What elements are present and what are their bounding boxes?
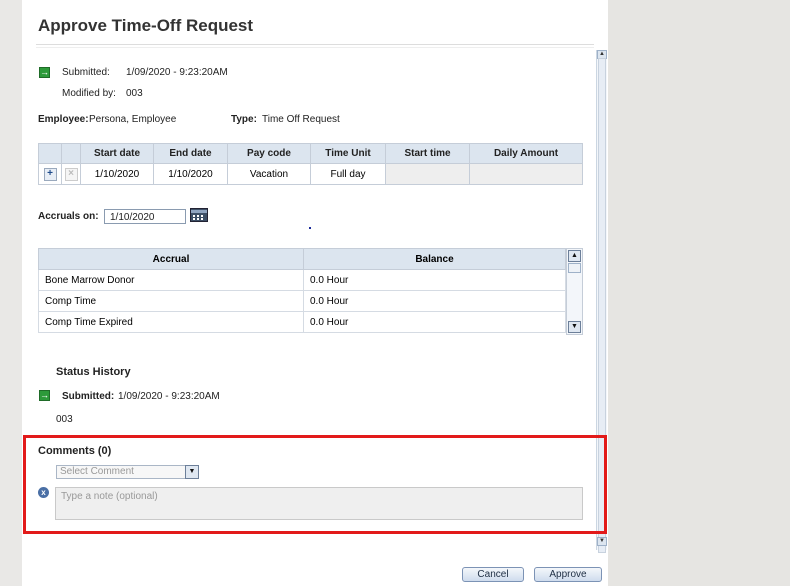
remove-row-cell: × (61, 163, 81, 185)
remove-icon[interactable]: × (64, 167, 78, 181)
modified-by-label: Modified by: (62, 88, 116, 99)
accrual-balance-cell: 0.0 Hour (303, 290, 566, 312)
history-submitted-value: 1/09/2020 - 9:23:20AM (118, 391, 220, 402)
employee-value: Persona, Employee (89, 114, 177, 125)
start-time-cell (385, 163, 470, 185)
accrual-balance-cell: 0.0 Hour (303, 269, 566, 291)
submitted-label: Submitted: (62, 67, 110, 78)
history-submitted-by: 003 (56, 414, 73, 425)
accrual-name-cell: Comp Time (38, 290, 304, 312)
accruals-scrollbar[interactable]: ▲ ▼ (566, 248, 583, 335)
history-submitted-label: Submitted: (62, 391, 115, 402)
title-divider (36, 44, 594, 45)
add-icon[interactable]: + (43, 167, 57, 181)
time-off-request-table: Start date End date Pay code Time Unit S… (38, 143, 583, 185)
end-date-cell[interactable]: 1/10/2020 (153, 163, 228, 185)
balance-header: Balance (303, 248, 566, 270)
calendar-icon[interactable] (190, 208, 208, 222)
start-date-cell[interactable]: 1/10/2020 (80, 163, 154, 185)
accruals-on-label: Accruals on: (38, 211, 99, 222)
accruals-table: Accrual Balance Bone Marrow Donor 0.0 Ho… (38, 248, 566, 333)
table-header-remove (61, 143, 81, 164)
table-header-time-unit: Time Unit (310, 143, 386, 164)
accruals-scroll-thumb[interactable] (568, 263, 581, 273)
table-header-start-time: Start time (385, 143, 470, 164)
accruals-scroll-up[interactable]: ▲ (568, 250, 581, 262)
type-label: Type: (231, 114, 257, 125)
table-header-pay-code: Pay code (227, 143, 311, 164)
table-row: Bone Marrow Donor 0.0 Hour (38, 269, 566, 291)
cancel-button[interactable]: Cancel (462, 567, 524, 582)
table-header-add (38, 143, 62, 164)
type-value: Time Off Request (262, 114, 340, 125)
table-header-end-date: End date (153, 143, 228, 164)
background-panel (608, 0, 790, 586)
accrual-name-cell: Comp Time Expired (38, 311, 304, 333)
submitted-value: 1/09/2020 - 9:23:20AM (126, 67, 228, 78)
stray-dot (309, 227, 311, 229)
table-row: + × 1/10/2020 1/10/2020 Vacation Full da… (38, 163, 583, 185)
calendar-icon-graphic (191, 210, 207, 220)
scroll-down-arrow[interactable]: ▼ (597, 537, 607, 546)
comments-highlight-box (23, 435, 607, 534)
accrual-balance-cell: 0.0 Hour (303, 311, 566, 333)
modified-by-value: 003 (126, 88, 143, 99)
accruals-date-input[interactable]: 1/10/2020 (104, 209, 186, 224)
table-header-daily-amount: Daily Amount (469, 143, 583, 164)
status-history-title: Status History (56, 366, 131, 378)
approve-button[interactable]: Approve (534, 567, 602, 582)
submitted-arrow-icon: → (39, 390, 50, 401)
submitted-arrow-icon: → (39, 67, 50, 78)
dialog-title: Approve Time-Off Request (38, 16, 254, 35)
daily-amount-cell (469, 163, 583, 185)
title-divider-secondary (36, 47, 594, 48)
employee-label: Employee: (38, 114, 89, 125)
table-row: Comp Time 0.0 Hour (38, 290, 566, 312)
accrual-name-cell: Bone Marrow Donor (38, 269, 304, 291)
table-header-start-date: Start date (80, 143, 154, 164)
table-row: Comp Time Expired 0.0 Hour (38, 311, 566, 333)
add-row-cell: + (38, 163, 62, 185)
accrual-header: Accrual (38, 248, 304, 270)
pay-code-cell[interactable]: Vacation (227, 163, 311, 185)
accruals-scroll-down[interactable]: ▼ (568, 321, 581, 333)
time-unit-cell[interactable]: Full day (310, 163, 386, 185)
